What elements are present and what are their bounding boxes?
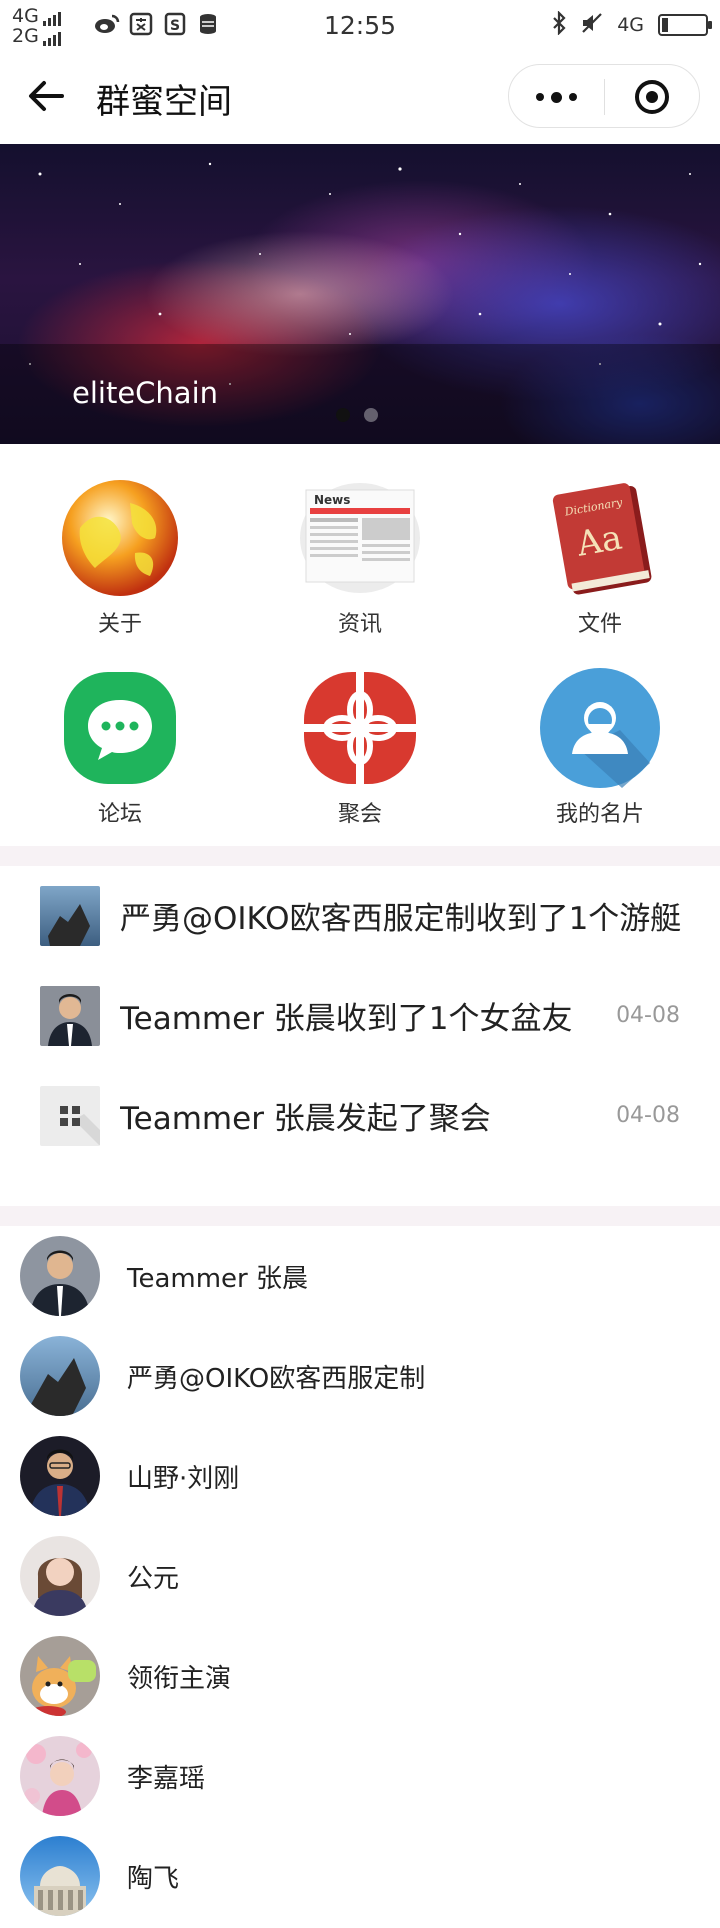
activity-feed: 严勇@OIKO欧客西服定制收到了1个游艇 Teammer 张晨收到了1个女盆友 …	[0, 866, 720, 1206]
globe-icon	[60, 478, 180, 598]
gift-icon	[300, 668, 420, 788]
svg-text:News: News	[314, 493, 350, 507]
grid-item-label: 我的名片	[555, 802, 644, 827]
avatar	[20, 1436, 100, 1516]
grid-item-news[interactable]: News 资讯	[240, 444, 480, 637]
grid-item-about[interactable]: 关于	[0, 444, 240, 637]
feed-thumbnail	[40, 986, 100, 1046]
member-name: 李嘉瑶	[127, 1764, 206, 1794]
feed-date: 04-08	[616, 1103, 680, 1128]
dictionary-icon: Dictionary Aa	[540, 478, 660, 598]
banner-title: eliteChain	[72, 376, 219, 410]
member-item[interactable]: 严勇@OIKO欧客西服定制	[0, 1326, 720, 1426]
feed-text: Teammer 张晨收到了1个女盆友	[120, 1001, 573, 1037]
feed-text: 严勇@OIKO欧客西服定制收到了1个游艇	[120, 901, 682, 937]
member-name: 领衔主演	[127, 1664, 232, 1694]
member-name: 公元	[127, 1564, 180, 1594]
page-title: 群蜜空间	[96, 82, 232, 122]
close-miniprogram-button[interactable]	[604, 65, 699, 129]
avatar	[20, 1836, 100, 1916]
network-label: 4G	[617, 14, 644, 36]
battery-icon	[658, 14, 712, 36]
chat-bubble-icon	[60, 668, 180, 788]
feed-thumbnail	[40, 886, 100, 946]
carousel-dot[interactable]	[364, 408, 378, 422]
grid-item-my-card[interactable]: 我的名片	[480, 634, 720, 827]
grid-item-files[interactable]: Dictionary Aa 文件	[480, 444, 720, 637]
bluetooth-icon	[551, 10, 567, 39]
svg-text:Aa: Aa	[573, 518, 625, 565]
system-indicators: 4G	[551, 8, 712, 42]
section-separator	[0, 1206, 720, 1226]
newspaper-icon: News	[300, 478, 420, 598]
feed-text: Teammer 张晨发起了聚会	[120, 1101, 491, 1137]
grid-item-forum[interactable]: 论坛	[0, 634, 240, 827]
feed-date: 04-08	[616, 1003, 680, 1028]
grid-item-label: 聚会	[337, 802, 382, 827]
banner-carousel[interactable]: eliteChain	[0, 144, 720, 444]
avatar	[20, 1336, 100, 1416]
feed-item[interactable]: Teammer 张晨收到了1个女盆友 04-08	[0, 966, 720, 1066]
member-item[interactable]: Teammer 张晨	[0, 1226, 720, 1326]
carousel-indicator	[336, 408, 378, 422]
avatar	[20, 1736, 100, 1816]
member-name: 陶飞	[127, 1864, 180, 1894]
member-item[interactable]: 公元	[0, 1526, 720, 1626]
navigation-bar: 群蜜空间	[0, 50, 720, 144]
feature-grid: 关于 News 资讯 Dictionary Aa 文件 论坛 聚会 我的名片	[0, 444, 720, 846]
more-options-button[interactable]	[509, 65, 604, 129]
feed-item[interactable]: Teammer 张晨发起了聚会 04-08	[0, 1066, 720, 1166]
back-arrow-icon[interactable]	[26, 76, 66, 116]
feed-item[interactable]: 严勇@OIKO欧客西服定制收到了1个游艇	[0, 866, 720, 966]
member-list: Teammer 张晨 严勇@OIKO欧客西服定制 山野·刘刚 公元 领衔主演 李…	[0, 1226, 720, 1928]
user-card-icon	[540, 668, 660, 788]
carousel-dot-active[interactable]	[336, 408, 350, 422]
avatar	[20, 1536, 100, 1616]
member-item[interactable]: 陶飞	[0, 1826, 720, 1926]
mute-icon	[581, 12, 603, 38]
grid-item-label: 论坛	[97, 802, 142, 827]
member-name: 山野·刘刚	[127, 1464, 240, 1494]
mini-program-capsule	[508, 64, 700, 128]
member-item[interactable]: 领衔主演	[0, 1626, 720, 1726]
banner-caption-bar: eliteChain	[0, 344, 720, 444]
gathering-event-icon	[40, 1086, 100, 1146]
status-bar: 4G 2G S 12:55 4G	[0, 0, 720, 50]
section-separator	[0, 846, 720, 866]
network-indicator: 4G	[617, 14, 644, 36]
member-name: Teammer 张晨	[127, 1264, 308, 1294]
avatar	[20, 1236, 100, 1316]
member-name: 严勇@OIKO欧客西服定制	[127, 1364, 426, 1394]
member-item[interactable]: 李嘉瑶	[0, 1726, 720, 1826]
member-item[interactable]: 山野·刘刚	[0, 1426, 720, 1526]
avatar	[20, 1636, 100, 1716]
grid-item-gathering[interactable]: 聚会	[240, 634, 480, 827]
